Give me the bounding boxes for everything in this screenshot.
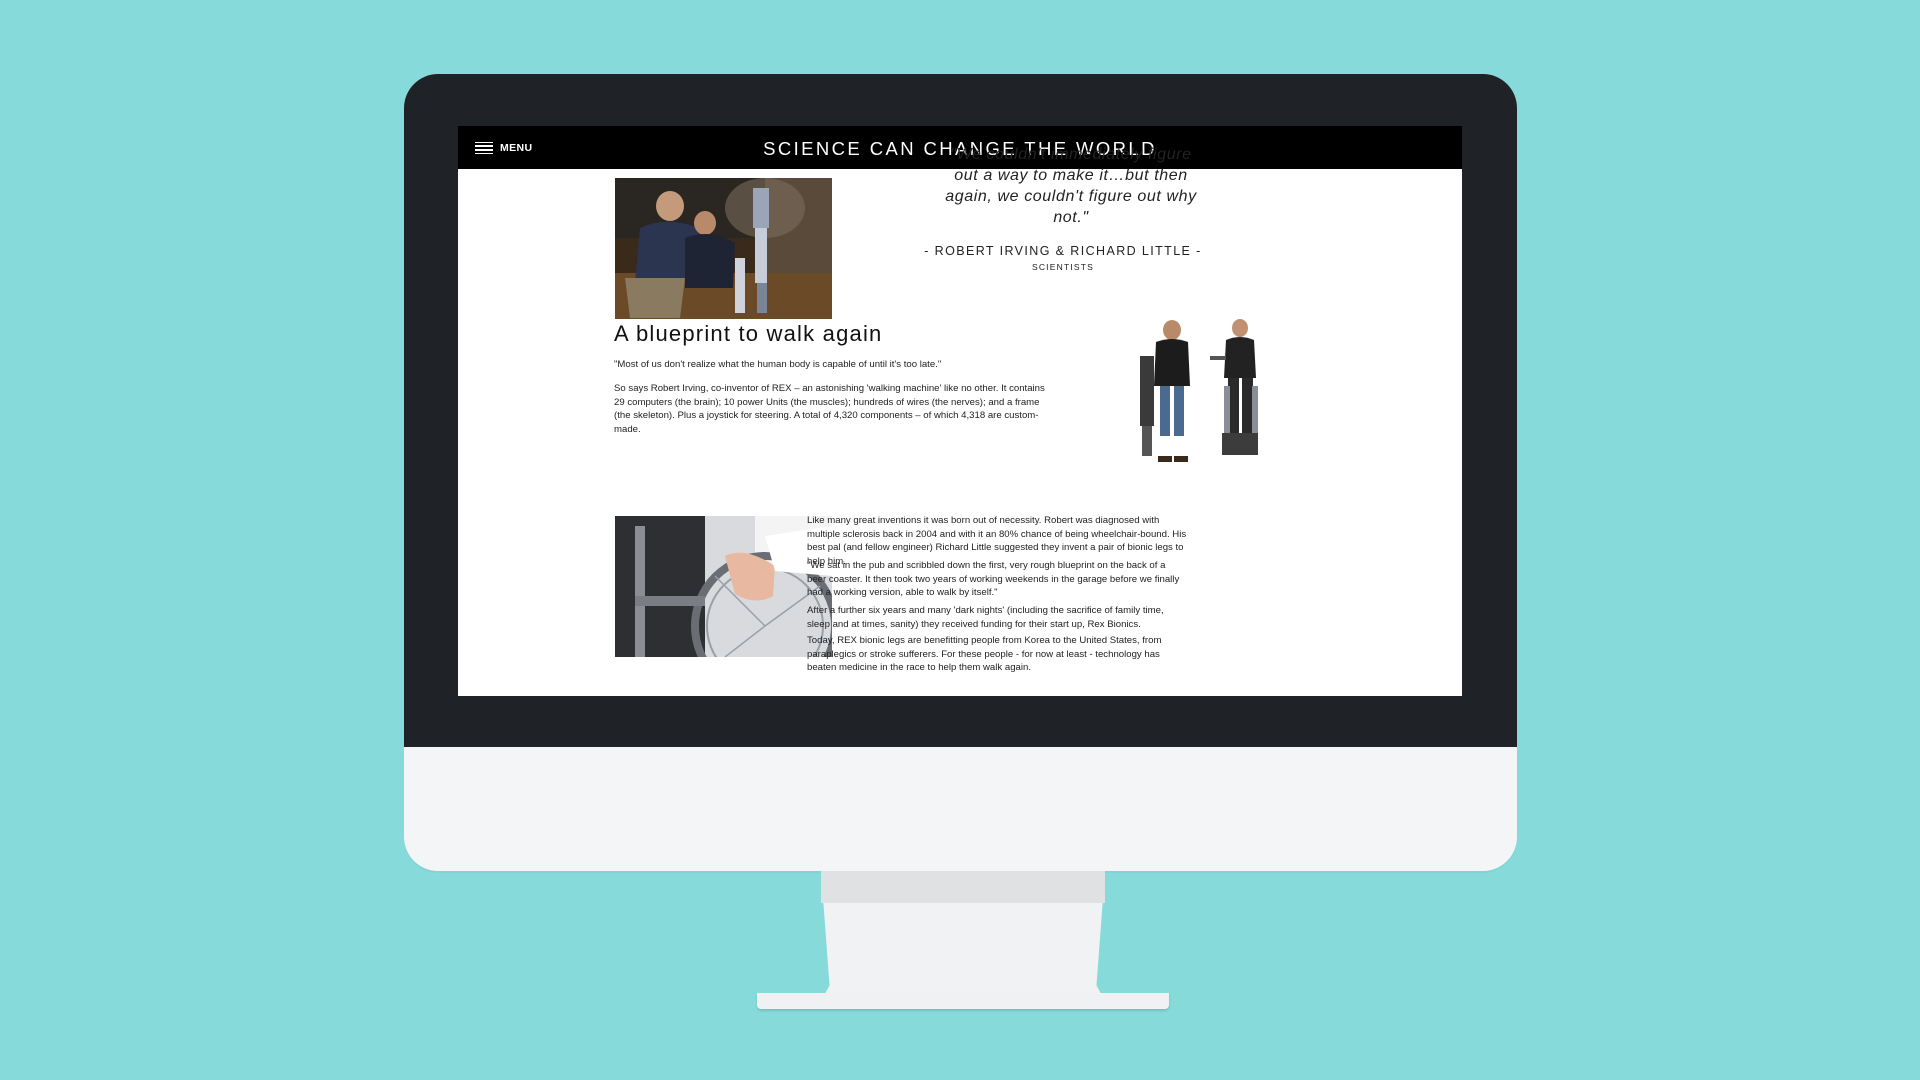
workshop-photo [615, 178, 832, 319]
quote-role: SCIENTISTS [1031, 262, 1095, 272]
monitor-bezel: MENU SCIENCE CAN CHANGE THE WORLD "We co… [404, 74, 1517, 747]
intro-quote: "Most of us don't realize what the human… [614, 359, 942, 370]
intro-paragraph: So says Robert Irving, co-inventor of RE… [614, 383, 1045, 435]
inventors-photo [1118, 316, 1283, 466]
web-page: MENU SCIENCE CAN CHANGE THE WORLD "We co… [458, 126, 1462, 696]
desktop-monitor: MENU SCIENCE CAN CHANGE THE WORLD "We co… [404, 74, 1517, 871]
article-heading: A blueprint to walk again [614, 321, 883, 346]
pull-quote: "We couldn't immediately figure out a wa… [945, 146, 1197, 226]
monitor-stand-shadow [821, 871, 1105, 903]
body-paragraph: Today, REX bionic legs are benefitting p… [807, 635, 1162, 673]
body-paragraph: "We sat in the pub and scribbled down th… [807, 560, 1180, 598]
body-paragraph: After a further six years and many 'dark… [807, 605, 1164, 630]
wheelchair-photo [615, 516, 832, 657]
monitor-stand-base [757, 993, 1169, 1009]
quote-attribution: - ROBERT IRVING & RICHARD LITTLE - [924, 244, 1202, 258]
